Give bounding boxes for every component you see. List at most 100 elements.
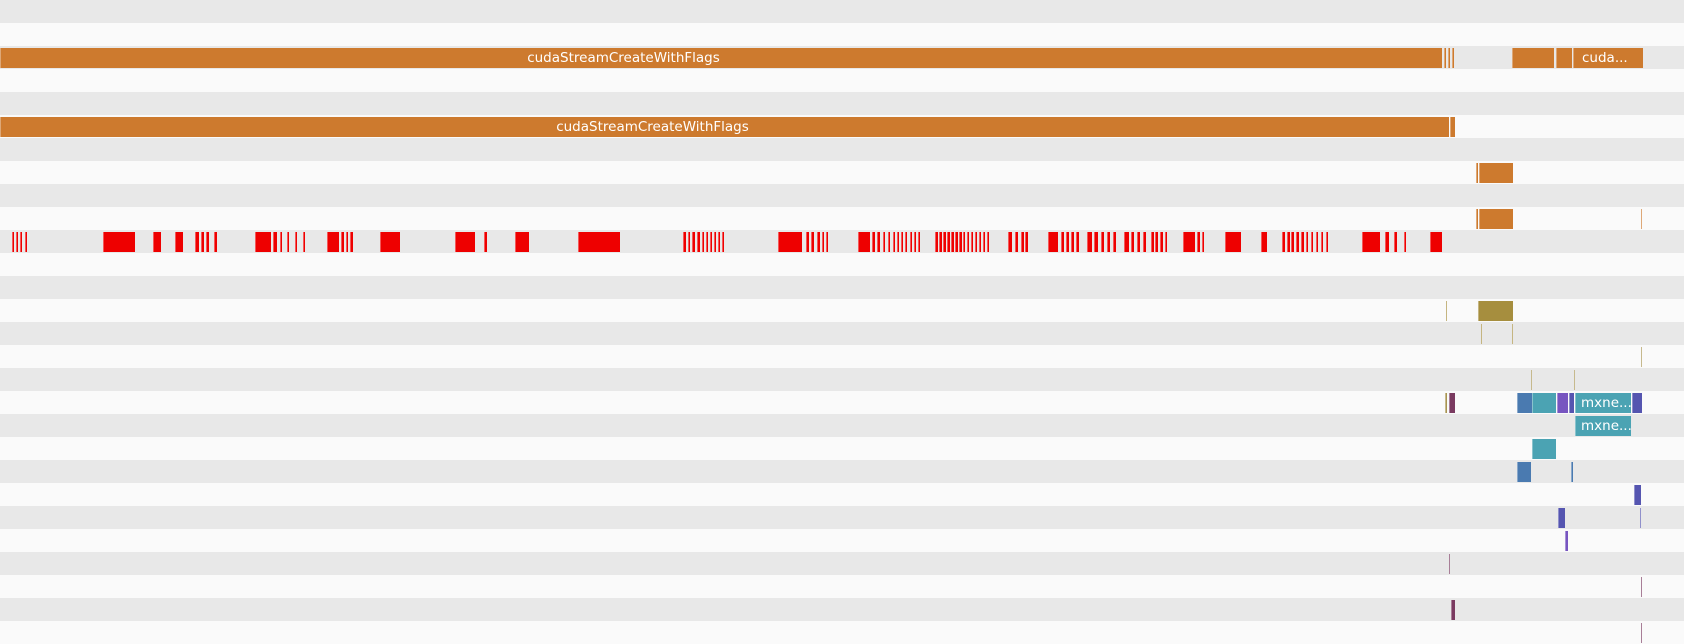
kernel-bar[interactable]: [1641, 623, 1642, 643]
sync-event-bar[interactable]: [955, 232, 958, 252]
sync-event-bar[interactable]: [706, 232, 708, 252]
event-marker[interactable]: [1574, 370, 1575, 390]
sync-event-bar[interactable]: [1094, 232, 1098, 252]
sync-event-bar[interactable]: [380, 232, 400, 252]
sync-event-bar[interactable]: [1061, 232, 1064, 252]
sync-event-bar[interactable]: [303, 232, 305, 252]
sync-event-bar[interactable]: [1261, 232, 1267, 252]
sync-event-bar[interactable]: [1202, 232, 1204, 252]
cuda-api-bar[interactable]: [1476, 209, 1478, 229]
sync-event-bar[interactable]: [918, 232, 920, 252]
kernel-bar[interactable]: [1532, 439, 1556, 459]
sync-event-bar[interactable]: [877, 232, 880, 252]
kernel-bar[interactable]: [1569, 393, 1574, 413]
sync-event-bar[interactable]: [910, 232, 912, 252]
sync-event-bar[interactable]: [16, 232, 18, 252]
sync-event-bar[interactable]: [883, 232, 885, 252]
sync-event-bar[interactable]: [195, 232, 199, 252]
sync-event-bar[interactable]: [1197, 232, 1200, 252]
sync-event-bar[interactable]: [1385, 232, 1389, 252]
event-marker[interactable]: [1445, 393, 1447, 413]
sync-event-bar[interactable]: [287, 232, 289, 252]
sync-event-bar[interactable]: [1155, 232, 1158, 252]
sync-event-bar[interactable]: [214, 232, 217, 252]
sync-event-bar[interactable]: [971, 232, 973, 252]
sync-event-bar[interactable]: [905, 232, 907, 252]
sync-event-bar[interactable]: [939, 232, 942, 252]
sync-event-bar[interactable]: [1008, 232, 1012, 252]
sync-event-bar[interactable]: [1430, 232, 1442, 252]
sync-event-bar[interactable]: [975, 232, 977, 252]
sync-event-bar[interactable]: [888, 232, 890, 252]
cuda-api-bar[interactable]: [1479, 163, 1513, 183]
sync-event-bar[interactable]: [1291, 232, 1294, 252]
sync-event-bar[interactable]: [817, 232, 820, 252]
sync-event-bar[interactable]: [1362, 232, 1380, 252]
sync-event-bar[interactable]: [1404, 232, 1406, 252]
sync-event-bar[interactable]: [692, 232, 695, 252]
sync-event-bar[interactable]: [255, 232, 271, 252]
sync-event-bar[interactable]: [778, 232, 802, 252]
cuda-api-bar[interactable]: [1452, 48, 1454, 68]
sync-event-bar[interactable]: [175, 232, 183, 252]
sync-event-bar[interactable]: [893, 232, 895, 252]
sync-event-bar[interactable]: [983, 232, 985, 252]
sync-event-bar[interactable]: [1151, 232, 1154, 252]
event-marker[interactable]: [1641, 347, 1642, 367]
sync-event-bar[interactable]: [688, 232, 690, 252]
sync-event-bar[interactable]: [1137, 232, 1140, 252]
memcpy-bar[interactable]: [1446, 301, 1447, 321]
kernel-bar[interactable]: mxne...: [1575, 416, 1631, 436]
sync-event-bar[interactable]: [1165, 232, 1167, 252]
sync-event-bar[interactable]: [1321, 232, 1323, 252]
sync-event-bar[interactable]: [346, 232, 348, 252]
sync-event-bar[interactable]: [103, 232, 135, 252]
kernel-bar[interactable]: [1640, 508, 1641, 528]
sync-event-bar[interactable]: [1225, 232, 1241, 252]
cuda-api-bar[interactable]: [1448, 48, 1450, 68]
sync-event-bar[interactable]: [1107, 232, 1110, 252]
sync-event-bar[interactable]: [811, 232, 814, 252]
sync-event-bar[interactable]: [951, 232, 954, 252]
kernel-bar[interactable]: [1571, 462, 1573, 482]
sync-event-bar[interactable]: [206, 232, 209, 252]
event-marker[interactable]: [1531, 370, 1532, 390]
sync-event-bar[interactable]: [959, 232, 962, 252]
sync-event-bar[interactable]: [967, 232, 969, 252]
kernel-bar[interactable]: [1451, 600, 1455, 620]
sync-event-bar[interactable]: [327, 232, 339, 252]
memcpy-bar[interactable]: [1512, 324, 1513, 344]
sync-event-bar[interactable]: [20, 232, 22, 252]
sync-event-bar[interactable]: [987, 232, 989, 252]
sync-event-bar[interactable]: [718, 232, 720, 252]
sync-event-bar[interactable]: [1160, 232, 1163, 252]
sync-event-bar[interactable]: [273, 232, 277, 252]
sync-event-bar[interactable]: [1311, 232, 1313, 252]
sync-event-bar[interactable]: [1124, 232, 1129, 252]
memcpy-bar[interactable]: [1478, 301, 1513, 321]
kernel-bar[interactable]: [1517, 462, 1531, 482]
kernel-bar[interactable]: [1517, 393, 1532, 413]
sync-event-bar[interactable]: [1101, 232, 1104, 252]
sync-event-bar[interactable]: [947, 232, 950, 252]
sync-event-bar[interactable]: [1048, 232, 1058, 252]
sync-event-bar[interactable]: [1296, 232, 1299, 252]
cuda-api-bar[interactable]: cudaStreamCreateWithFlags: [0, 48, 1442, 68]
sync-event-bar[interactable]: [1326, 232, 1328, 252]
sync-event-bar[interactable]: [979, 232, 981, 252]
memcpy-bar[interactable]: [1481, 324, 1482, 344]
sync-event-bar[interactable]: [350, 232, 353, 252]
sync-event-bar[interactable]: [722, 232, 724, 252]
sync-event-bar[interactable]: [1087, 232, 1092, 252]
kernel-bar[interactable]: [1565, 531, 1568, 551]
cuda-api-bar[interactable]: [1641, 209, 1642, 229]
sync-event-bar[interactable]: [872, 232, 875, 252]
sync-event-bar[interactable]: [1143, 232, 1146, 252]
sync-event-bar[interactable]: [25, 232, 27, 252]
sync-event-bar[interactable]: [1394, 232, 1397, 252]
kernel-bar[interactable]: [1557, 393, 1568, 413]
sync-event-bar[interactable]: [1287, 232, 1290, 252]
sync-event-bar[interactable]: [578, 232, 620, 252]
kernel-bar[interactable]: [1558, 508, 1565, 528]
sync-event-bar[interactable]: [710, 232, 712, 252]
